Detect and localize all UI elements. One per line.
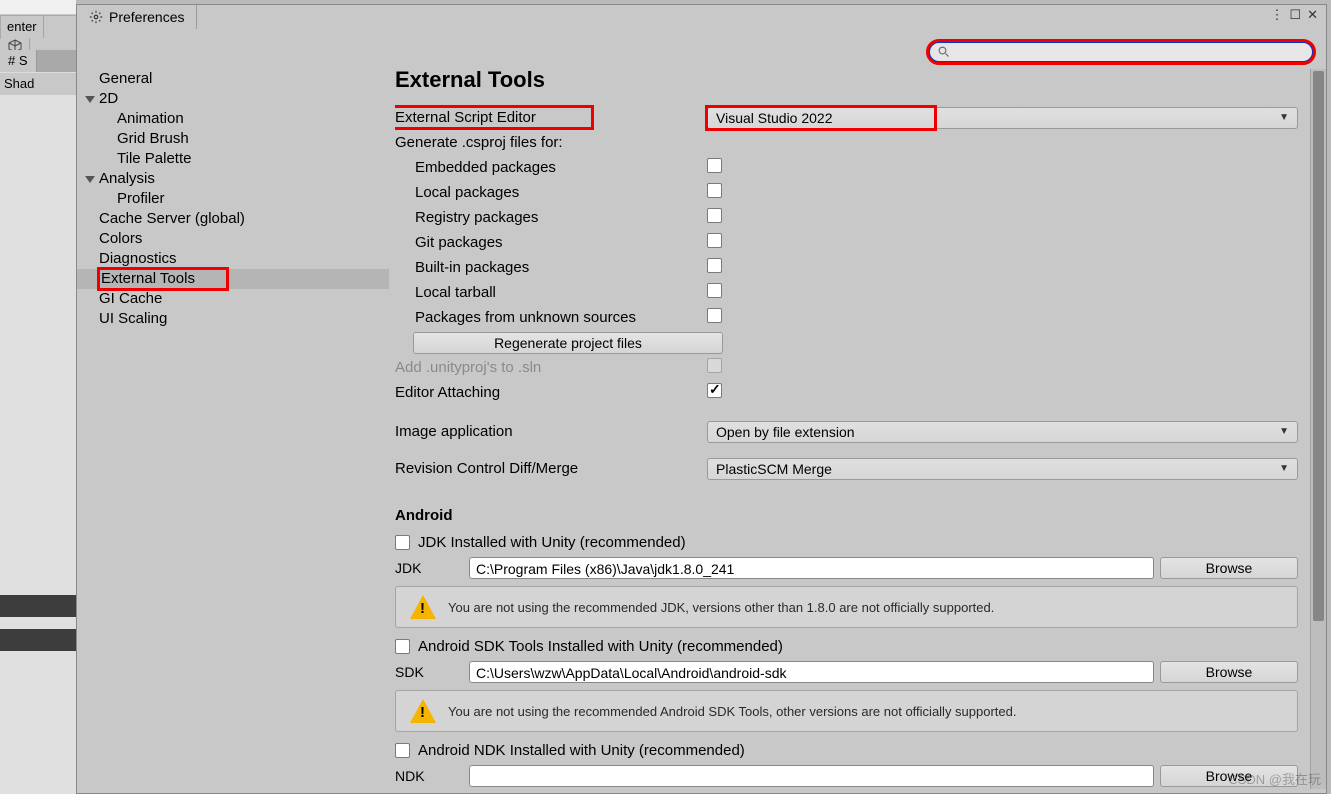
warning-icon [410,595,436,619]
preferences-sidebar: General 2D Animation Grid Brush Tile Pal… [77,65,389,793]
gen-embedded-label: Embedded packages [395,159,707,176]
underlying-tab-bar: # S [0,50,76,72]
sidebar-item-label: Analysis [99,169,155,189]
sidebar-item-tile-palette[interactable]: Tile Palette [77,149,389,169]
chevron-down-icon [85,176,95,183]
regenerate-button[interactable]: Regenerate project files [413,332,723,354]
search-input[interactable] [928,41,1314,63]
preferences-tab[interactable]: Preferences [77,5,197,29]
gen-unknown-checkbox[interactable] [707,308,722,323]
gen-local-checkbox[interactable] [707,183,722,198]
underlying-tab-s[interactable]: # S [0,50,37,72]
dropdown-value: Open by file extension [716,421,855,443]
revision-control-dropdown[interactable]: PlasticSCM Merge ▼ [707,458,1298,480]
sidebar-item-label: External Tools [99,269,227,289]
window-controls: ⋮ ☐ ✕ [1270,7,1318,23]
underlying-body [0,95,76,794]
gen-unknown-label: Packages from unknown sources [395,309,707,326]
dropdown-value: PlasticSCM Merge [716,458,832,480]
underlying-subbar: Shad [0,72,76,94]
sidebar-item-diagnostics[interactable]: Diagnostics [77,249,389,269]
sidebar-item-analysis[interactable]: Analysis [77,169,389,189]
generate-csproj-label: Generate .csproj files for: [395,134,707,151]
image-app-dropdown[interactable]: Open by file extension ▼ [707,421,1298,443]
gen-registry-checkbox[interactable] [707,208,722,223]
chevron-down-icon [85,96,95,103]
sidebar-item-cache-server[interactable]: Cache Server (global) [77,209,389,229]
image-app-label: Image application [395,423,707,440]
gen-tarball-checkbox[interactable] [707,283,722,298]
add-sln-label: Add .unityproj's to .sln [395,359,707,376]
sidebar-item-label: 2D [99,89,118,109]
sidebar-item-general[interactable]: General [77,69,389,89]
regenerate-row: Regenerate project files [395,332,707,354]
gen-builtin-checkbox[interactable] [707,258,722,273]
underlying-dark-row-2 [0,629,76,651]
gen-builtin-label: Built-in packages [395,259,707,276]
jdk-browse-button[interactable]: Browse [1160,557,1298,579]
sidebar-item-ui-scaling[interactable]: UI Scaling [77,309,389,329]
sdk-label: SDK [395,664,463,680]
warning-icon [410,699,436,723]
chevron-down-icon: ▼ [1279,421,1289,443]
sdk-browse-button[interactable]: Browse [1160,661,1298,683]
toolbar-fragment: enter [0,15,76,39]
revision-control-label: Revision Control Diff/Merge [395,460,707,477]
sidebar-item-external-tools[interactable]: External Tools [77,269,389,289]
sdk-path-field[interactable]: C:\Users\wzw\AppData\Local\Android\andro… [469,661,1154,683]
preferences-main: External Tools External Script Editor Vi… [389,65,1326,793]
gen-git-label: Git packages [395,234,707,251]
ndk-installed-label: Android NDK Installed with Unity (recomm… [418,742,745,759]
ndk-installed-checkbox[interactable] [395,743,410,758]
search-icon [938,46,950,58]
sidebar-item-2d[interactable]: 2D [77,89,389,109]
external-script-editor-dropdown[interactable]: Visual Studio 2022 ▼ [707,107,1298,129]
gen-embedded-checkbox[interactable] [707,158,722,173]
jdk-label: JDK [395,560,463,576]
more-icon[interactable]: ⋮ [1270,7,1283,23]
jdk-warning: You are not using the recommended JDK, v… [395,586,1298,628]
gen-local-label: Local packages [395,184,707,201]
add-sln-checkbox [707,358,722,373]
sdk-installed-checkbox[interactable] [395,639,410,654]
jdk-installed-label: JDK Installed with Unity (recommended) [418,534,686,551]
sidebar-item-colors[interactable]: Colors [77,229,389,249]
sidebar-item-animation[interactable]: Animation [77,109,389,129]
dropdown-value: Visual Studio 2022 [716,107,833,129]
underlying-dark-row-1 [0,595,76,617]
warning-text: You are not using the recommended JDK, v… [448,600,994,615]
ndk-label: NDK [395,768,463,784]
sidebar-item-gi-cache[interactable]: GI Cache [77,289,389,309]
sidebar-item-profiler[interactable]: Profiler [77,189,389,209]
chevron-down-icon: ▼ [1279,107,1289,129]
sdk-warning: You are not using the recommended Androi… [395,690,1298,732]
label-text: External Script Editor [395,107,592,128]
gen-registry-label: Registry packages [395,209,707,226]
scrollbar[interactable] [1310,69,1326,789]
toolbar-btn-center[interactable]: enter [1,16,44,38]
preferences-title: Preferences [109,9,184,25]
gen-git-checkbox[interactable] [707,233,722,248]
ndk-path-field[interactable] [469,765,1154,787]
editor-attaching-label: Editor Attaching [395,384,707,401]
scrollbar-thumb[interactable] [1313,71,1324,621]
sdk-installed-label: Android SDK Tools Installed with Unity (… [418,638,783,655]
close-icon[interactable]: ✕ [1307,7,1318,23]
menubar-fragment [0,0,76,14]
maximize-icon[interactable]: ☐ [1289,7,1301,23]
external-script-editor-label: External Script Editor [395,107,707,128]
jdk-path-field[interactable]: C:\Program Files (x86)\Java\jdk1.8.0_241 [469,557,1154,579]
gear-icon [89,10,103,24]
watermark: CSDN @我在玩 [1228,769,1321,788]
android-section-header: Android [395,507,1298,524]
preferences-window: Preferences ⋮ ☐ ✕ General 2D Animation G… [76,4,1327,794]
sidebar-item-grid-brush[interactable]: Grid Brush [77,129,389,149]
editor-attaching-checkbox[interactable] [707,383,722,398]
chevron-down-icon: ▼ [1279,458,1289,480]
page-title: External Tools [395,67,1298,93]
warning-text: You are not using the recommended Androi… [448,704,1017,719]
jdk-installed-checkbox[interactable] [395,535,410,550]
gen-tarball-label: Local tarball [395,284,707,301]
